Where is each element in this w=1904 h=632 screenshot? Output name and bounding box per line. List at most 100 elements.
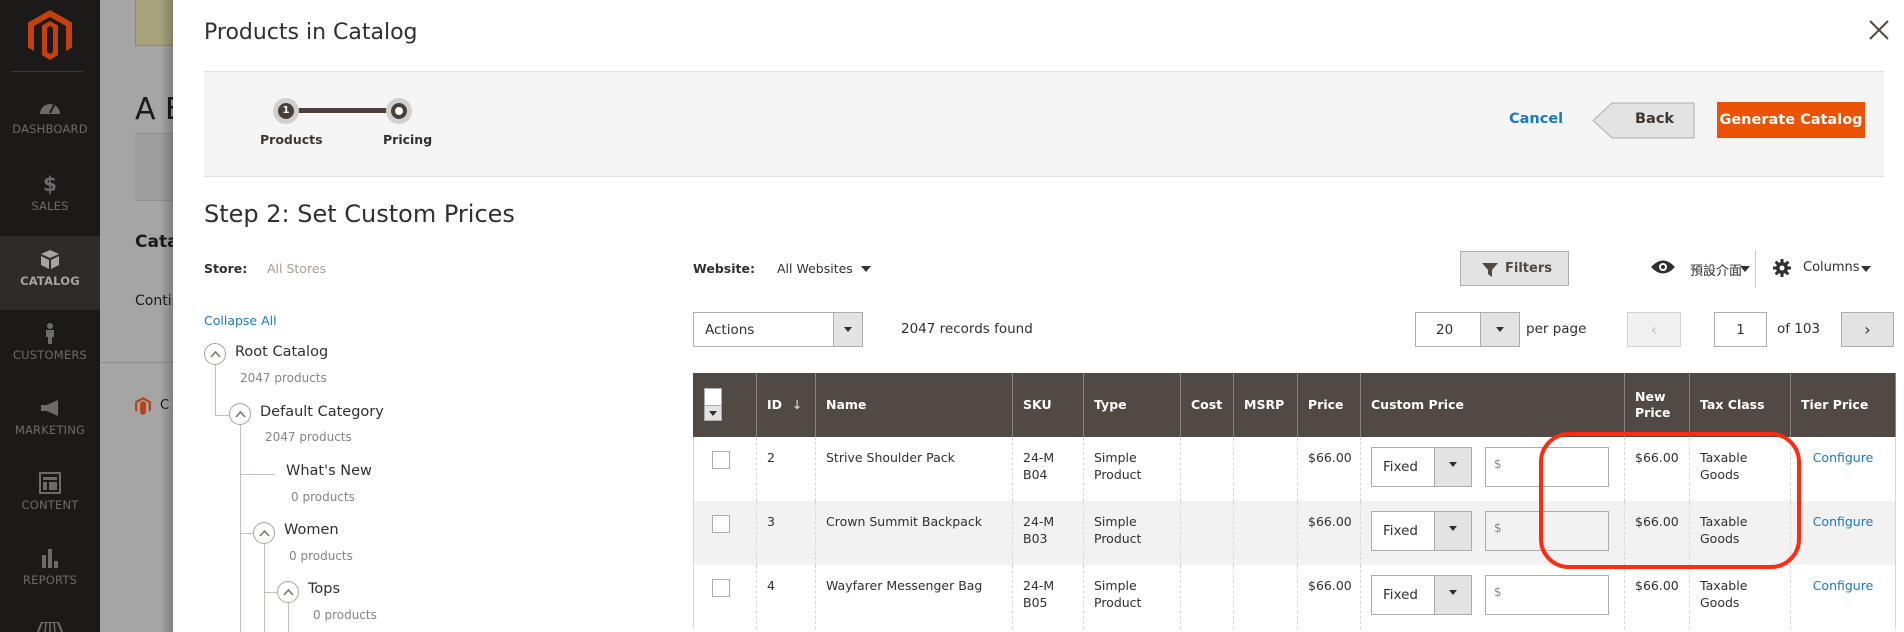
column-header-id[interactable]: ID ↓ — [756, 373, 816, 437]
column-header-price[interactable]: Price — [1297, 373, 1361, 437]
box-icon — [41, 250, 59, 269]
products-grid: ID ↓ Name SKU Type Cost MSRP Price Custom… — [693, 373, 1896, 629]
sidebar-item-catalog[interactable]: CATALOG — [0, 236, 100, 310]
custom-price-input[interactable]: $ — [1485, 575, 1609, 615]
total-pages: of 103 — [1777, 321, 1821, 337]
column-header-name[interactable]: Name — [815, 373, 1013, 437]
custom-price-type-value: Fixed — [1383, 587, 1418, 603]
column-header-cost[interactable]: Cost — [1180, 373, 1234, 437]
row-checkbox[interactable] — [712, 579, 730, 597]
collapse-all-link[interactable]: Collapse All — [204, 313, 277, 328]
dollar-icon: $ — [43, 172, 57, 196]
tree-collapse-toggle[interactable] — [277, 581, 299, 603]
sidebar-item-marketing[interactable]: MARKETING — [0, 391, 100, 453]
cell-name: Strive Shoulder Pack — [815, 437, 1013, 501]
logo-divider — [11, 71, 83, 72]
caret-down-icon[interactable] — [1861, 266, 1871, 272]
magento-logo[interactable] — [28, 10, 72, 60]
cell-cost — [1180, 565, 1234, 629]
cell-msrp — [1233, 437, 1298, 501]
tree-node-name[interactable]: What's New — [286, 463, 372, 479]
current-page-input[interactable] — [1714, 312, 1767, 347]
dropdown-toggle[interactable] — [833, 313, 862, 346]
configure-tier-price-link[interactable]: Configure — [1813, 514, 1874, 529]
tree-collapse-toggle[interactable] — [229, 403, 251, 425]
cancel-button[interactable]: Cancel — [1509, 111, 1563, 127]
table-row: 3 Crown Summit Backpack 24-MB03 Simple P… — [693, 501, 1896, 565]
sidebar-item-sales[interactable]: $ SALES — [0, 167, 100, 229]
sidebar-item-label: SALES — [31, 199, 69, 213]
filters-button[interactable]: Filters — [1460, 251, 1569, 286]
chevron-up-icon — [210, 350, 221, 358]
step-pricing-indicator — [386, 98, 412, 124]
products-in-catalog-modal: Products in Catalog 1 Products Pricing C… — [173, 0, 1904, 632]
step-number: 1 — [278, 103, 294, 119]
cell-id: 3 — [756, 501, 816, 565]
dropdown-toggle[interactable] — [1434, 512, 1471, 550]
custom-price-type-select[interactable]: Fixed — [1371, 575, 1472, 615]
step-title: Step 2: Set Custom Prices — [204, 200, 515, 228]
tree-connector — [264, 592, 278, 593]
column-header-custom-price: Custom Price — [1360, 373, 1625, 437]
custom-price-type-select[interactable]: Fixed — [1371, 511, 1472, 551]
sidebar-item-customers[interactable]: CUSTOMERS — [0, 316, 100, 378]
step-label-products[interactable]: Products — [260, 132, 323, 147]
caret-down-icon[interactable] — [1740, 266, 1750, 272]
tree-node-name[interactable]: Default Category — [260, 404, 384, 420]
person-icon — [46, 323, 54, 344]
mass-actions-select[interactable]: Actions — [693, 312, 863, 347]
configure-tier-price-link[interactable]: Configure — [1813, 450, 1874, 465]
custom-price-input[interactable]: $ — [1485, 447, 1609, 487]
gear-icon[interactable] — [1773, 259, 1791, 277]
cell-sku: 24-MB03 — [1012, 501, 1084, 565]
cell-new-price: $66.00 — [1624, 501, 1690, 565]
cell-custom-price: Fixed $ — [1360, 565, 1625, 629]
row-checkbox[interactable] — [712, 515, 730, 533]
mass-select-header[interactable] — [693, 373, 757, 437]
sidebar-item-content[interactable]: CONTENT — [0, 466, 100, 528]
eye-icon[interactable] — [1651, 260, 1675, 274]
column-header-tax-class[interactable]: Tax Class — [1689, 373, 1791, 437]
sku-text: 24-MB04 — [1023, 450, 1055, 482]
bar-chart-icon — [42, 549, 58, 568]
tree-connector — [264, 543, 265, 632]
cell-price: $66.00 — [1297, 437, 1361, 501]
column-label: ID — [767, 397, 783, 412]
close-icon[interactable] — [1867, 18, 1891, 42]
configure-tier-price-link[interactable]: Configure — [1813, 578, 1874, 593]
sidebar-item-dashboard[interactable]: DASHBOARD — [0, 90, 100, 152]
tree-collapse-toggle[interactable] — [253, 522, 275, 544]
column-header-sku[interactable]: SKU — [1012, 373, 1084, 437]
per-page-select[interactable]: 20 — [1415, 312, 1520, 347]
columns-dropdown[interactable]: Columns — [1803, 260, 1860, 275]
tree-node-count: 0 products — [289, 549, 353, 563]
tree-node-name[interactable]: Women — [284, 522, 339, 538]
tree-node-name[interactable]: Tops — [308, 581, 340, 597]
step-products-indicator[interactable]: 1 — [273, 98, 299, 124]
sidebar-item-reports[interactable]: REPORTS — [0, 541, 100, 603]
generate-catalog-button[interactable]: Generate Catalog — [1717, 102, 1865, 138]
column-header-msrp[interactable]: MSRP — [1233, 373, 1298, 437]
website-switcher[interactable]: All Websites — [777, 261, 853, 276]
cell-price: $66.00 — [1297, 501, 1361, 565]
cell-tax-class: Taxable Goods — [1689, 437, 1791, 501]
next-page-button[interactable]: › — [1841, 312, 1894, 347]
caret-down-icon[interactable] — [861, 266, 871, 272]
column-header-type[interactable]: Type — [1083, 373, 1181, 437]
select-all-checkbox[interactable] — [704, 388, 722, 406]
column-header-new-price: New Price — [1624, 373, 1690, 437]
tree-collapse-toggle[interactable] — [204, 343, 226, 365]
default-view-dropdown[interactable]: 預設介面 — [1690, 260, 1742, 279]
mass-select-dropdown[interactable] — [704, 405, 722, 421]
row-checkbox[interactable] — [712, 451, 730, 469]
back-button[interactable]: Back — [1592, 102, 1695, 139]
filters-label: Filters — [1505, 261, 1552, 276]
cell-price: $66.00 — [1297, 565, 1361, 629]
dropdown-toggle[interactable] — [1434, 576, 1471, 614]
custom-price-type-select[interactable]: Fixed — [1371, 447, 1472, 487]
dropdown-toggle[interactable] — [1434, 448, 1471, 486]
custom-price-input[interactable]: $ — [1485, 511, 1609, 551]
previous-page-button[interactable]: ‹ — [1627, 312, 1681, 347]
tree-node-name[interactable]: Root Catalog — [235, 344, 328, 360]
dropdown-toggle[interactable] — [1480, 313, 1519, 346]
